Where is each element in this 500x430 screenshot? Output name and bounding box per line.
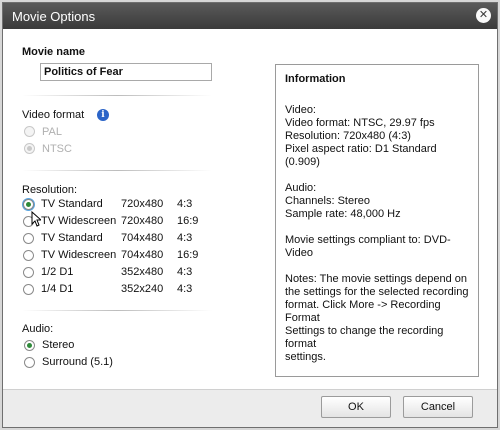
stereo-radio[interactable] <box>24 340 35 351</box>
separator <box>22 170 212 171</box>
surround-label: Surround (5.1) <box>42 356 113 368</box>
resolution-aspect: 16:9 <box>177 249 199 261</box>
info-line: settings. <box>285 351 326 363</box>
movie-name-input[interactable]: Politics of Fear <box>40 63 212 81</box>
close-icon: ✕ <box>478 9 489 21</box>
resolution-option[interactable]: TV Standard 704x480 4:3 <box>23 231 223 247</box>
info-line: Audio: <box>285 182 317 194</box>
mouse-cursor-icon <box>31 211 41 227</box>
resolution-radio[interactable] <box>23 284 34 295</box>
notes-info: Notes: The movie settings depend on the … <box>285 273 469 364</box>
separator <box>22 310 212 311</box>
resolution-radio[interactable] <box>23 199 34 210</box>
resolution-option[interactable]: TV Standard 720x480 4:3 <box>23 197 223 213</box>
separator <box>22 95 212 96</box>
resolution-size: 704x480 <box>121 249 164 261</box>
resolution-option[interactable]: 1/4 D1 352x240 4:3 <box>23 282 223 298</box>
info-line: Video: <box>285 104 316 116</box>
stereo-label: Stereo <box>42 339 75 351</box>
info-line: Pixel aspect ratio: D1 Standard (0.909) <box>285 143 437 168</box>
surround-radio[interactable] <box>24 357 35 368</box>
resolution-radio[interactable] <box>23 250 34 261</box>
resolution-aspect: 4:3 <box>177 232 193 244</box>
resolution-name: TV Standard <box>41 232 103 244</box>
info-line: format. Click More -> Recording Format <box>285 299 441 324</box>
info-line: Video <box>285 247 313 259</box>
movie-name-label: Movie name <box>22 46 85 58</box>
info-line: Settings to change the recording format <box>285 325 444 350</box>
info-line: the settings for the selected recording <box>285 286 469 298</box>
information-panel: Information Video: Video format: NTSC, 2… <box>275 64 479 377</box>
resolution-size: 352x480 <box>121 266 164 278</box>
resolution-name: 1/4 D1 <box>41 283 74 295</box>
resolution-option[interactable]: TV Widescreen 720x480 16:9 <box>23 214 223 230</box>
audio-label: Audio: <box>22 323 54 335</box>
info-line: Channels: Stereo <box>285 195 370 207</box>
title-bar: Movie Options ✕ <box>3 3 497 29</box>
resolution-size: 352x240 <box>121 283 164 295</box>
button-bar: OK Cancel <box>3 389 497 427</box>
resolution-size: 720x480 <box>121 215 164 227</box>
information-title: Information <box>285 73 346 85</box>
info-line: Video format: NTSC, 29.97 fps <box>285 117 435 129</box>
compliance-info: Movie settings compliant to: DVD- Video <box>285 234 469 260</box>
close-button[interactable]: ✕ <box>476 8 491 23</box>
info-line: Notes: The movie settings depend on <box>285 273 468 285</box>
info-line: Movie settings compliant to: DVD- <box>285 234 451 246</box>
ok-button[interactable]: OK <box>321 396 391 418</box>
info-icon[interactable]: i <box>97 109 109 121</box>
audio-info: Audio: Channels: Stereo Sample rate: 48,… <box>285 182 469 221</box>
resolution-name: TV Widescreen <box>41 249 117 261</box>
resolution-radio[interactable] <box>23 233 34 244</box>
resolution-name: TV Standard <box>41 198 103 210</box>
dialog-content: Movie name Politics of Fear Video format… <box>3 29 497 389</box>
resolution-label: Resolution: <box>22 184 78 196</box>
resolution-name: TV Widescreen <box>41 215 117 227</box>
resolution-size: 704x480 <box>121 232 164 244</box>
pal-label: PAL <box>42 126 62 138</box>
window-title: Movie Options <box>12 9 96 24</box>
resolution-name: 1/2 D1 <box>41 266 74 278</box>
resolution-aspect: 16:9 <box>177 215 199 227</box>
resolution-aspect: 4:3 <box>177 198 193 210</box>
resolution-aspect: 4:3 <box>177 266 193 278</box>
info-line: Resolution: 720x480 (4:3) <box>285 130 411 142</box>
info-line: Sample rate: 48,000 Hz <box>285 208 401 220</box>
ntsc-label: NTSC <box>42 143 72 155</box>
resolution-aspect: 4:3 <box>177 283 193 295</box>
pal-radio[interactable] <box>24 126 35 137</box>
resolution-option[interactable]: 1/2 D1 352x480 4:3 <box>23 265 223 281</box>
ntsc-radio[interactable] <box>24 143 35 154</box>
resolution-radio[interactable] <box>23 267 34 278</box>
video-info: Video: Video format: NTSC, 29.97 fps Res… <box>285 104 469 169</box>
cancel-button[interactable]: Cancel <box>403 396 473 418</box>
video-format-label: Video format <box>22 109 85 121</box>
resolution-option[interactable]: TV Widescreen 704x480 16:9 <box>23 248 223 264</box>
movie-options-dialog: Movie Options ✕ Movie name Politics of F… <box>2 2 498 428</box>
resolution-size: 720x480 <box>121 198 164 210</box>
